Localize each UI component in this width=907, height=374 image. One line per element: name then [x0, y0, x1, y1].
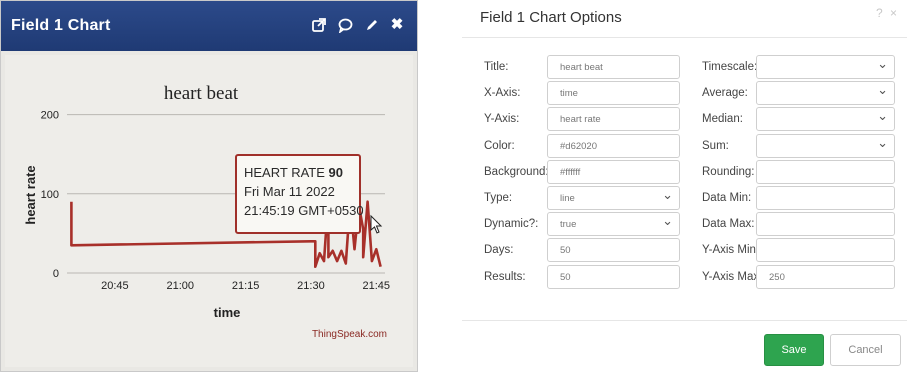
yaxismax-label: Y-Axis Max: [702, 270, 763, 283]
days-label: Days: [484, 244, 514, 257]
yaxismin-input[interactable] [756, 238, 895, 263]
tooltip-label: HEART RATE [244, 165, 325, 180]
average-select[interactable] [756, 81, 895, 106]
help-close-icon[interactable]: ? × [876, 6, 899, 20]
results-label: Results: [484, 270, 526, 283]
data-tooltip: HEART RATE 90 Fri Mar 11 2022 21:45:19 G… [235, 154, 364, 234]
color-label: Color: [484, 139, 515, 152]
xaxis-input[interactable]: time [547, 81, 680, 106]
pencil-icon[interactable] [362, 15, 382, 35]
divider [462, 320, 907, 321]
close-icon[interactable]: ✖ [387, 15, 407, 35]
divider [462, 37, 907, 38]
sum-select[interactable] [756, 133, 895, 158]
type-select[interactable]: line [547, 186, 680, 210]
background-label: Background: [484, 165, 549, 178]
rounding-label: Rounding: [702, 165, 755, 178]
color-input[interactable]: #d62020 [547, 133, 680, 158]
rounding-input[interactable] [756, 159, 895, 184]
cancel-button[interactable]: Cancel [830, 334, 901, 366]
dialog-title: Field 1 Chart Options [480, 9, 622, 26]
dynamic-select[interactable]: true [547, 212, 680, 237]
datamax-input[interactable] [756, 212, 895, 237]
x-tick-label: 21:30 [297, 280, 325, 292]
x-axis-label: time [214, 305, 241, 320]
median-label: Median: [702, 113, 743, 126]
days-input[interactable]: 50 [547, 238, 680, 263]
x-tick-label: 21:00 [166, 280, 194, 292]
datamax-label: Data Max: [702, 218, 755, 231]
widget-title: Field 1 Chart [11, 17, 111, 34]
timescale-select[interactable] [756, 55, 895, 79]
tooltip-value: 90 [328, 165, 344, 180]
y-tick-label: 200 [41, 110, 59, 122]
y-tick-label: 0 [53, 268, 59, 280]
widget-header: Field 1 Chart ✖ [1, 1, 417, 51]
tooltip-date: Fri Mar 11 2022 [244, 184, 335, 199]
yaxis-label: Y-Axis: [484, 113, 520, 126]
datamin-label: Data Min: [702, 192, 752, 204]
sum-label: Sum: [702, 139, 729, 152]
title-input[interactable]: heart beat [547, 55, 680, 79]
x-tick-label: 20:45 [101, 280, 129, 292]
save-button[interactable]: Save [764, 334, 824, 366]
comment-icon[interactable] [335, 15, 355, 35]
average-label: Average: [702, 87, 748, 100]
x-tick-label: 21:15 [232, 280, 260, 292]
dynamic-label: Dynamic?: [484, 218, 539, 231]
yaxismax-input[interactable]: 250 [756, 264, 895, 289]
chart-title: heart beat [164, 83, 239, 104]
results-input[interactable]: 50 [547, 264, 680, 289]
yaxis-input[interactable]: heart rate [547, 107, 680, 132]
external-link-icon[interactable] [309, 15, 329, 35]
type-label: Type: [484, 192, 513, 204]
chart-widget: Field 1 Chart ✖ heart beat heart rate ti [0, 0, 418, 372]
timescale-label: Timescale: [702, 61, 758, 73]
yaxismin-label: Y-Axis Min: [702, 244, 760, 257]
xaxis-label: X-Axis: [484, 87, 521, 100]
y-axis-label: heart rate [23, 165, 38, 224]
background-input[interactable]: #ffffff [547, 159, 680, 184]
tooltip-time: 21:45:19 GMT+0530 [244, 203, 364, 218]
median-select[interactable] [756, 107, 895, 132]
thingspeak-credit: ThingSpeak.com [312, 329, 387, 340]
chart-options-dialog: Field 1 Chart Options ? × Title: heart be… [462, 0, 907, 374]
x-tick-label: 21:45 [363, 280, 391, 292]
chart-area: heart beat heart rate time ThingSpeak.co… [5, 55, 413, 367]
datamin-input[interactable] [756, 186, 895, 210]
y-tick-label: 100 [41, 189, 59, 201]
title-label: Title: [484, 61, 509, 73]
mouse-cursor-icon [370, 214, 383, 234]
